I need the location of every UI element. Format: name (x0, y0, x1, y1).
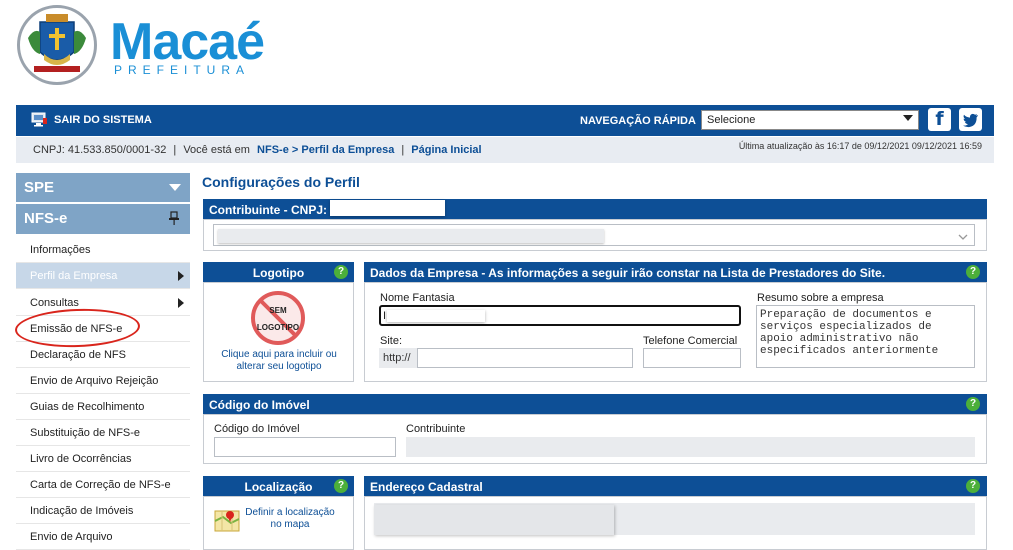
site-field[interactable] (417, 348, 633, 368)
endereco-header: Endereço Cadastral (364, 476, 987, 496)
localizacao-header: Localização (203, 476, 354, 496)
help-icon[interactable]: ? (334, 265, 348, 279)
chevron-down-icon (903, 115, 913, 121)
brand-subtitle: PREFEITURA (114, 63, 251, 77)
site-prefix: http:// (379, 348, 417, 368)
sidebar-item-envio-arquivo-rejeicao[interactable]: Envio de Arquivo Rejeição (16, 368, 190, 394)
location-prefix: Você está em (183, 144, 250, 156)
help-icon[interactable]: ? (334, 479, 348, 493)
codigo-imovel-label: Código do Imóvel (214, 423, 300, 435)
no-logo-line1: SEM (269, 306, 287, 315)
chevron-right-icon (178, 271, 184, 281)
sidebar-item-label: Livro de Ocorrências (30, 453, 132, 465)
pin-icon[interactable] (168, 211, 180, 229)
separator: | (401, 144, 405, 156)
chevron-down-icon (958, 229, 968, 247)
chevron-right-icon (178, 298, 184, 308)
chevron-down-icon (169, 184, 181, 191)
sidebar-section-label: SPE (24, 179, 55, 196)
nome-fantasia-field[interactable]: I (379, 305, 741, 326)
site-label: Site: (380, 335, 403, 347)
contribuinte-header: Contribuinte - CNPJ: (203, 199, 987, 219)
telefone-label: Telefone Comercial (643, 335, 738, 347)
computer-exit-icon[interactable] (31, 112, 48, 127)
sidebar-item-informacoes[interactable]: Informações (16, 237, 190, 263)
contribuinte-label: Contribuinte - CNPJ: (209, 203, 327, 217)
resumo-label: Resumo sobre a empresa (757, 292, 884, 304)
no-logo-icon[interactable] (249, 289, 307, 347)
set-location-link[interactable]: Definir a localização no mapa (244, 507, 336, 531)
logout-link[interactable]: SAIR DO SISTEMA (54, 114, 152, 126)
sidebar-item-label: Carta de Correção de NFS-e (30, 479, 171, 491)
logotipo-header: Logotipo (203, 262, 354, 282)
municipal-seal-logo (17, 5, 97, 85)
sidebar-item-label: Declaração de NFS (30, 349, 126, 361)
sidebar-item-label: Consultas (30, 297, 79, 309)
brand-name: Macaé (110, 13, 265, 71)
last-update-text: Última atualização às 16:17 de 09/12/202… (738, 141, 982, 151)
breadcrumb: CNPJ: 41.533.850/0001-32 | Você está em … (33, 144, 482, 156)
dados-empresa-title: Dados da Empresa - As informações a segu… (370, 266, 886, 280)
logotipo-title: Logotipo (252, 266, 305, 280)
sidebar-item-label: Envio de Arquivo (30, 531, 113, 543)
separator: | (173, 144, 177, 156)
nome-fantasia-label: Nome Fantasia (380, 292, 455, 304)
sidebar-item-label: Envio de Arquivo Rejeição (30, 375, 159, 387)
sidebar-item-label: Substituição de NFS-e (30, 427, 141, 439)
info-bar: CNPJ: 41.533.850/0001-32 | Você está em … (16, 137, 994, 163)
quick-nav-select[interactable]: Selecione (701, 110, 919, 130)
imovel-header: Código do Imóvel (203, 394, 987, 414)
localizacao-title: Localização (244, 480, 313, 494)
twitter-icon[interactable] (959, 108, 982, 131)
sidebar-item-label: Indicação de Imóveis (30, 505, 134, 517)
imovel-contribuinte-label: Contribuinte (406, 423, 466, 435)
sidebar-section-spe[interactable]: SPE (16, 173, 190, 202)
sidebar-item-declaracao-nfs[interactable]: Declaração de NFS (16, 342, 190, 368)
sidebar-item-label: Guias de Recolhimento (30, 401, 145, 413)
sidebar-section-nfse[interactable]: NFS-e (16, 204, 190, 234)
page-title: Configurações do Perfil (202, 174, 360, 190)
sidebar-section-label: NFS-e (24, 210, 68, 227)
map-icon[interactable] (213, 506, 241, 534)
sidebar-item-livro-ocorrencias[interactable]: Livro de Ocorrências (16, 446, 190, 472)
home-link[interactable]: Página Inicial (411, 144, 481, 156)
sidebar-item-perfil-da-empresa[interactable]: Perfil da Empresa (16, 263, 190, 289)
sidebar-item-label: Perfil da Empresa (30, 270, 118, 282)
help-icon[interactable]: ? (966, 397, 980, 411)
quick-nav-label: NAVEGAÇÃO RÁPIDA (580, 115, 696, 127)
no-logo-line2: LOGOTIPO (256, 323, 300, 332)
endereco-field (374, 503, 975, 535)
breadcrumb-separator: > (291, 144, 299, 156)
imovel-title: Código do Imóvel (209, 398, 310, 412)
cnpj-redacted-field (330, 200, 445, 216)
nome-fantasia-value: I (383, 310, 387, 322)
sidebar-item-indicacao-imoveis[interactable]: Indicação de Imóveis (16, 498, 190, 524)
change-logo-link[interactable]: Clique aqui para incluir ou alterar seu … (216, 349, 342, 373)
breadcrumb-nfse[interactable]: NFS-e (257, 144, 289, 156)
facebook-icon[interactable]: f (928, 108, 951, 131)
help-icon[interactable]: ? (966, 265, 980, 279)
codigo-imovel-field[interactable] (214, 437, 396, 457)
endereco-title: Endereço Cadastral (370, 480, 483, 494)
contribuinte-select[interactable] (213, 224, 975, 246)
sidebar-item-carta-correcao[interactable]: Carta de Correção de NFS-e (16, 472, 190, 498)
telefone-field[interactable] (643, 348, 741, 368)
sidebar-item-guias-recolhimento[interactable]: Guias de Recolhimento (16, 394, 190, 420)
dados-empresa-header: Dados da Empresa - As informações a segu… (364, 262, 987, 282)
breadcrumb-profile[interactable]: Perfil da Empresa (301, 144, 394, 156)
resumo-textarea[interactable]: Preparação de documentos e serviços espe… (756, 305, 975, 368)
cnpj-text: CNPJ: 41.533.850/0001-32 (33, 144, 167, 156)
help-icon[interactable]: ? (966, 479, 980, 493)
sidebar-item-label: Informações (30, 244, 91, 256)
sidebar-item-envio-arquivo[interactable]: Envio de Arquivo (16, 524, 190, 550)
quick-nav-select-value: Selecione (707, 114, 756, 126)
imovel-contribuinte-field (406, 437, 975, 457)
sidebar-item-substituicao-nfse[interactable]: Substituição de NFS-e (16, 420, 190, 446)
